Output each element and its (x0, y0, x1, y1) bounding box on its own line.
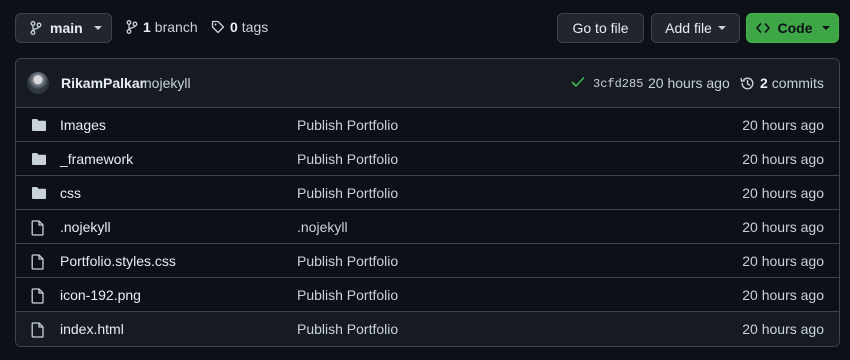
file-icon (31, 220, 44, 239)
file-name-link[interactable]: Portfolio.styles.css (60, 253, 176, 269)
file-name-link[interactable]: .nojekyll (60, 219, 111, 235)
file-commit-message-link[interactable]: Publish Portfolio (297, 287, 398, 303)
file-commit-message-link[interactable]: Publish Portfolio (297, 321, 398, 337)
file-commit-time: 20 hours ago (742, 253, 824, 269)
code-icon (755, 23, 770, 33)
file-row[interactable]: icon-192.png Publish Portfolio 20 hours ag… (16, 278, 839, 312)
file-row[interactable]: Images Publish Portfolio 20 hours ago (16, 108, 839, 142)
chevron-down-icon (717, 26, 726, 30)
file-name-link[interactable]: icon-192.png (60, 287, 141, 303)
git-branch-icon (30, 21, 42, 35)
add-file-button[interactable]: Add file (651, 13, 740, 43)
file-icon (31, 322, 44, 341)
folder-icon (31, 118, 47, 135)
file-row[interactable]: _framework Publish Portfolio 20 hours ago (16, 142, 839, 176)
commits-history-link[interactable]: 2 commits (740, 75, 824, 91)
folder-icon (31, 152, 47, 169)
go-to-file-label: Go to file (572, 20, 629, 36)
file-row[interactable]: css Publish Portfolio 20 hours ago (16, 176, 839, 210)
file-commit-time: 20 hours ago (742, 185, 824, 201)
file-commit-time: 20 hours ago (742, 219, 824, 235)
file-row[interactable]: Portfolio.styles.css Publish Portfolio 20 … (16, 244, 839, 278)
tag-count: 0 (230, 19, 238, 35)
chevron-down-icon (821, 26, 830, 30)
file-browser: RikamPalkar .nojekyll 3cfd285 20 hours a… (15, 58, 840, 347)
tags-link[interactable]: 0 tags (211, 19, 268, 35)
file-name-link[interactable]: index.html (60, 321, 124, 337)
file-row[interactable]: index.html Publish Portfolio 20 hours ago (16, 312, 839, 346)
branch-selector-button[interactable]: main (15, 13, 112, 43)
commit-author[interactable]: RikamPalkar (61, 75, 145, 91)
branch-name: main (50, 20, 83, 36)
commit-message[interactable]: .nojekyll (140, 75, 191, 91)
file-row[interactable]: .nojekyll .nojekyll 20 hours ago (16, 210, 839, 244)
file-name-link[interactable]: css (60, 185, 81, 201)
file-commit-time: 20 hours ago (742, 287, 824, 303)
tag-icon (211, 20, 225, 34)
file-commit-time: 20 hours ago (742, 321, 824, 337)
file-commit-message-link[interactable]: Publish Portfolio (297, 151, 398, 167)
file-icon (31, 288, 44, 307)
chevron-down-icon (93, 26, 102, 30)
file-commit-message-link[interactable]: Publish Portfolio (297, 185, 398, 201)
commits-count: 2 (760, 75, 768, 91)
git-branch-icon (126, 20, 138, 34)
commit-time: 20 hours ago (648, 75, 730, 91)
file-commit-message-link[interactable]: .nojekyll (297, 219, 348, 235)
go-to-file-button[interactable]: Go to file (557, 13, 644, 43)
tag-text: tags (241, 19, 269, 35)
latest-commit-bar: RikamPalkar .nojekyll 3cfd285 20 hours a… (16, 59, 839, 108)
code-label: Code (777, 20, 813, 36)
branch-text: branch (154, 19, 198, 35)
file-list: Images Publish Portfolio 20 hours ago _fram… (16, 108, 839, 346)
check-icon[interactable] (571, 76, 585, 88)
history-icon (740, 77, 754, 89)
file-icon (31, 254, 44, 273)
file-name-link[interactable]: _framework (60, 151, 133, 167)
add-file-label: Add file (665, 20, 712, 36)
branch-count: 1 (143, 19, 151, 35)
commits-text: commits (771, 75, 824, 91)
file-commit-message-link[interactable]: Publish Portfolio (297, 253, 398, 269)
branches-link[interactable]: 1 branch (126, 19, 198, 35)
commit-sha[interactable]: 3cfd285 (593, 77, 643, 91)
file-commit-message-link[interactable]: Publish Portfolio (297, 117, 398, 133)
code-button[interactable]: Code (746, 13, 839, 43)
folder-icon (31, 186, 47, 203)
avatar[interactable] (27, 72, 49, 94)
file-commit-time: 20 hours ago (742, 151, 824, 167)
file-commit-time: 20 hours ago (742, 117, 824, 133)
file-name-link[interactable]: Images (60, 117, 106, 133)
